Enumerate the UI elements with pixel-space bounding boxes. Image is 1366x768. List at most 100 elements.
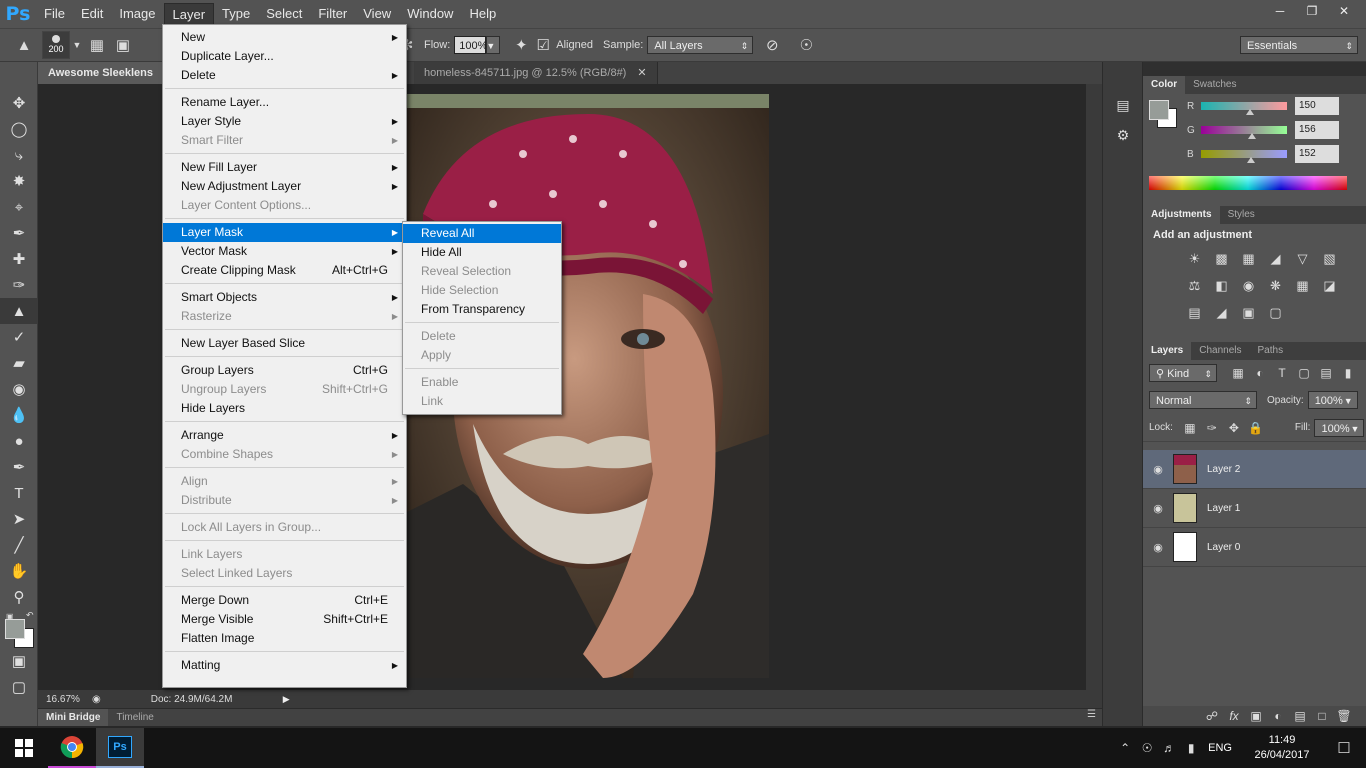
layer-name[interactable]: Layer 0: [1207, 542, 1240, 553]
new-adjustment-icon[interactable]: ◐: [1267, 709, 1289, 723]
vertical-scrollbar[interactable]: [1086, 84, 1102, 690]
menu-lock-all-layers[interactable]: Lock All Layers in Group...: [163, 518, 406, 537]
chevron-up-icon[interactable]: ⌃: [1114, 741, 1136, 755]
vibrance-icon[interactable]: ▽: [1289, 245, 1316, 272]
close-icon[interactable]: ✕: [1328, 1, 1360, 21]
filter-toggle-icon[interactable]: ▮: [1337, 366, 1359, 380]
tab-paths[interactable]: Paths: [1250, 342, 1292, 360]
filter-shape-icon[interactable]: ▢: [1293, 366, 1315, 380]
green-value-input[interactable]: 156: [1295, 121, 1339, 139]
lock-all-icon[interactable]: 🔒: [1245, 421, 1267, 435]
properties-panel-icon[interactable]: ⚙: [1103, 120, 1143, 150]
invert-icon[interactable]: ◪: [1316, 272, 1343, 299]
submenu-delete[interactable]: Delete: [403, 327, 561, 346]
menu-rename-layer[interactable]: Rename Layer...: [163, 93, 406, 112]
submenu-reveal-selection[interactable]: Reveal Selection: [403, 262, 561, 281]
zoom-level[interactable]: 16.67%: [38, 694, 82, 705]
tab-awesome-sleeklens[interactable]: Awesome Sleeklens L: [38, 62, 164, 101]
flow-dropdown[interactable]: ▼: [486, 36, 501, 54]
aligned-checkbox[interactable]: ☑: [534, 32, 552, 58]
tab-homeless-image[interactable]: homeless-845711.jpg @ 12.5% (RGB/8#) ✕: [414, 62, 658, 84]
menu-file[interactable]: File: [36, 3, 73, 25]
menu-smart-objects[interactable]: Smart Objects ▶: [163, 288, 406, 307]
tab-styles[interactable]: Styles: [1220, 206, 1263, 224]
visibility-eye-icon[interactable]: ◉: [1143, 541, 1173, 554]
status-info-icon[interactable]: ◉: [92, 694, 101, 705]
menu-image[interactable]: Image: [111, 3, 163, 25]
lasso-tool-icon[interactable]: ⤷: [0, 142, 38, 168]
menu-hide-layers[interactable]: Hide Layers: [163, 399, 406, 418]
menu-align[interactable]: Align ▶: [163, 472, 406, 491]
slider-thumb-icon[interactable]: [1247, 157, 1255, 163]
blue-value-input[interactable]: 152: [1295, 145, 1339, 163]
menu-combine-shapes[interactable]: Combine Shapes ▶: [163, 445, 406, 464]
path-selection-tool-icon[interactable]: ➤: [0, 506, 38, 532]
menu-delete[interactable]: Delete ▶: [163, 66, 406, 85]
channel-mixer-icon[interactable]: ❋: [1262, 272, 1289, 299]
layer-row-layer-2[interactable]: ◉ Layer 2: [1143, 450, 1366, 489]
clock[interactable]: 11:49 26/04/2017: [1242, 733, 1322, 763]
visibility-eye-icon[interactable]: ◉: [1143, 463, 1173, 476]
tab-adjustments[interactable]: Adjustments: [1143, 206, 1220, 224]
menu-layer[interactable]: Layer: [163, 3, 215, 25]
levels-icon[interactable]: ▩: [1208, 245, 1235, 272]
link-layers-icon[interactable]: ☍: [1201, 709, 1223, 723]
filter-type-icon[interactable]: T: [1271, 366, 1293, 380]
chrome-taskbar-icon[interactable]: [48, 728, 96, 768]
clone-stamp-tool-icon[interactable]: ▲: [0, 298, 38, 324]
clone-stamp-preset-icon[interactable]: ▲: [6, 32, 42, 58]
tab-layers[interactable]: Layers: [1143, 342, 1192, 360]
ignore-adjustment-layers-icon[interactable]: ⊘: [759, 32, 785, 58]
exposure-icon[interactable]: ◢: [1262, 245, 1289, 272]
menu-create-clipping-mask[interactable]: Create Clipping Mask Alt+Ctrl+G: [163, 261, 406, 280]
airbrush-icon[interactable]: ✦: [508, 32, 534, 58]
zoom-tool-icon[interactable]: ⚲: [0, 584, 38, 610]
submenu-apply[interactable]: Apply: [403, 346, 561, 365]
paint-bucket-tool-icon[interactable]: ◉: [0, 376, 38, 402]
hand-tool-icon[interactable]: ✋: [0, 558, 38, 584]
foreground-color-swatch[interactable]: [5, 619, 25, 639]
eraser-tool-icon[interactable]: ▰: [0, 350, 38, 376]
menu-link-layers[interactable]: Link Layers: [163, 545, 406, 564]
color-swatches[interactable]: ▣ ↶: [0, 610, 38, 648]
filter-adjustment-icon[interactable]: ◐: [1249, 366, 1271, 380]
history-brush-tool-icon[interactable]: ✓: [0, 324, 38, 350]
photo-filter-icon[interactable]: ◉: [1235, 272, 1262, 299]
menu-layer-content-options[interactable]: Layer Content Options...: [163, 196, 406, 215]
menu-layer-style[interactable]: Layer Style ▶: [163, 112, 406, 131]
add-mask-icon[interactable]: ▣: [1245, 709, 1267, 723]
brush-tool-icon[interactable]: ✑: [0, 272, 38, 298]
workspace-select[interactable]: Essentials ⇕: [1240, 36, 1358, 54]
language-indicator[interactable]: ENG: [1208, 742, 1232, 754]
menu-select[interactable]: Select: [258, 3, 310, 25]
layer-style-icon[interactable]: fx: [1223, 709, 1245, 723]
quick-mask-icon[interactable]: ▣: [0, 648, 38, 674]
opacity-input[interactable]: 100% ▼: [1307, 391, 1358, 409]
healing-brush-tool-icon[interactable]: ✚: [0, 246, 38, 272]
brush-size-picker[interactable]: 200: [42, 31, 70, 59]
fill-input[interactable]: 100% ▼: [1314, 418, 1365, 437]
menu-vector-mask[interactable]: Vector Mask ▶: [163, 242, 406, 261]
menu-new[interactable]: New ▶: [163, 28, 406, 47]
hue-saturation-icon[interactable]: ▧: [1316, 245, 1343, 272]
brightness-icon[interactable]: ☀: [1181, 245, 1208, 272]
lock-pixels-icon[interactable]: ✑: [1201, 421, 1223, 435]
lock-position-icon[interactable]: ✥: [1223, 421, 1245, 435]
pressure-size-icon[interactable]: ☉: [793, 32, 819, 58]
green-slider[interactable]: [1201, 126, 1287, 139]
black-white-icon[interactable]: ◧: [1208, 272, 1235, 299]
menu-filter[interactable]: Filter: [310, 3, 355, 25]
menu-view[interactable]: View: [355, 3, 399, 25]
blue-slider[interactable]: [1201, 150, 1287, 163]
history-panel-icon[interactable]: ▤: [1103, 90, 1143, 120]
network-icon[interactable]: ☉: [1136, 741, 1158, 755]
screen-mode-icon[interactable]: ▢: [0, 674, 38, 700]
submenu-hide-selection[interactable]: Hide Selection: [403, 281, 561, 300]
submenu-reveal-all[interactable]: Reveal All: [403, 224, 561, 243]
menu-duplicate-layer[interactable]: Duplicate Layer...: [163, 47, 406, 66]
color-lookup-icon[interactable]: ▦: [1289, 272, 1316, 299]
sample-select[interactable]: All Layers ⇕: [647, 36, 754, 54]
restore-icon[interactable]: ❐: [1296, 1, 1328, 21]
menu-new-layer-based-slice[interactable]: New Layer Based Slice: [163, 334, 406, 353]
menu-window[interactable]: Window: [399, 3, 461, 25]
